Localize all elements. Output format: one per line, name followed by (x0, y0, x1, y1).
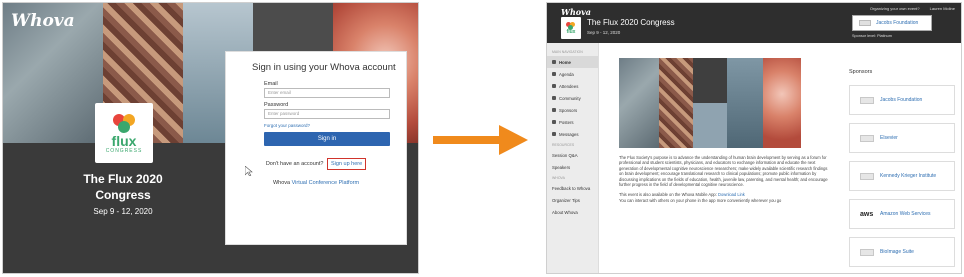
aws-logo-icon: aws (860, 210, 874, 218)
home-icon (552, 60, 556, 64)
login-title: Sign in using your Whova account (252, 62, 396, 73)
sidebar-item-feedback[interactable]: Feedback to Whova (547, 182, 598, 194)
side-navigation: MAIN NAVIGATION Home Agenda Attendees Co… (547, 43, 599, 273)
sponsor-icon (552, 108, 556, 112)
banner-photo (763, 58, 801, 148)
flux-congress-logo: flux CONGRESS (95, 103, 153, 163)
sponsor-name: Jacobs Foundation (880, 97, 923, 103)
user-menu[interactable]: Lauren Moline (930, 6, 955, 11)
event-title: The Flux 2020 Congress (83, 172, 163, 202)
login-page-screenshot: Whova flux CONGRESS The Flux 2020 Congre… (2, 2, 419, 274)
banner-photo (693, 58, 727, 148)
sidebar-item-label: Messages (559, 131, 579, 137)
sponsor-name: Amazon Web Services (880, 211, 931, 217)
top-sponsor-name: Jacobs Foundation (876, 20, 919, 26)
calendar-icon (552, 72, 556, 76)
flux-logo-word: flux (111, 133, 137, 149)
flux-congress-logo: flux (561, 17, 581, 39)
sidebar-item-speakers[interactable]: Speakers (547, 161, 598, 173)
organize-event-link[interactable]: Organizing your own event? (870, 6, 920, 11)
event-title: The Flux 2020 Congress (587, 18, 675, 27)
bioimage-logo-icon (860, 248, 874, 256)
sidebar-item-session-qa[interactable]: Session Q&A (547, 149, 598, 161)
platform-line: Whova Virtual Conference Platform (238, 180, 394, 186)
email-label: Email (264, 81, 278, 87)
sidebar-item-label: Attendees (559, 83, 579, 89)
sidebar-item-label: Posters (559, 119, 574, 125)
transition-arrow-icon (433, 125, 528, 155)
password-label: Password (264, 102, 289, 108)
flux-mark-icon (566, 21, 576, 30)
sidebar-item-label: Agenda (559, 71, 574, 77)
banner-photo (659, 58, 693, 148)
app-line-prefix: This event is also available on the Whov… (619, 192, 717, 198)
sponsor-card-jacobs[interactable]: Jacobs Foundation (849, 85, 955, 115)
top-sponsor-card[interactable]: Jacobs Foundation (852, 15, 932, 31)
event-banner (619, 58, 801, 148)
platform-link[interactable]: Virtual Conference Platform (292, 180, 359, 186)
sidebar-item-attendees[interactable]: Attendees (547, 80, 598, 92)
sidebar-item-messages[interactable]: Messages (547, 128, 598, 140)
jacobs-logo-icon (860, 96, 874, 104)
platform-prefix: Whova (272, 180, 291, 186)
nav-section-main: MAIN NAVIGATION (552, 50, 583, 54)
jacobs-logo-icon (859, 20, 871, 26)
poster-icon (552, 120, 556, 124)
nav-section-resources: RESOURCES (552, 143, 575, 147)
login-card: Sign in using your Whova account Email E… (225, 51, 407, 245)
no-account-text: Don't have an account? (265, 161, 324, 167)
sidebar-item-label: Sponsors (559, 107, 578, 113)
elsevier-logo-icon (860, 134, 874, 142)
sidebar-item-about-whova[interactable]: About Whova (547, 206, 598, 218)
description-paragraph: The Flux Society's purpose is to advance… (619, 155, 828, 188)
sponsor-level: Sponsor level: Platinum (852, 34, 892, 38)
comparison-figure: Whova flux CONGRESS The Flux 2020 Congre… (0, 0, 964, 277)
sidebar-item-community[interactable]: Community (547, 92, 598, 104)
flux-mark-icon (111, 112, 137, 134)
event-description: The Flux Society's purpose is to advance… (619, 155, 829, 203)
sidebar-item-organizer-tips[interactable]: Organizer Tips (547, 194, 598, 206)
flux-logo-sub: CONGRESS (105, 148, 143, 154)
whova-logo: Whova (561, 7, 591, 17)
sponsor-name: Kennedy Krieger Institute (880, 173, 937, 179)
main-content: The Flux Society's purpose is to advance… (599, 43, 961, 273)
nav-section-whova: WHOVA (552, 176, 565, 180)
sign-up-link[interactable]: Sign up here (326, 158, 367, 170)
banner-photo (619, 58, 659, 148)
password-field[interactable]: Enter password (264, 109, 390, 119)
signup-prompt: Don't have an account? Sign up here (238, 158, 394, 170)
sidebar-item-label: Community (559, 95, 581, 101)
sidebar-item-label: Home (559, 59, 571, 65)
sponsor-card-aws[interactable]: aws Amazon Web Services (849, 199, 955, 229)
top-links: Organizing your own event? Lauren Moline (870, 6, 955, 11)
sponsor-card-kki[interactable]: Kennedy Krieger Institute (849, 161, 955, 191)
sponsor-name: BioImage Suite (880, 249, 914, 255)
sidebar-item-sponsors[interactable]: Sponsors (547, 104, 598, 116)
sponsors-title: Sponsors (849, 69, 873, 75)
sidebar-item-home[interactable]: Home (547, 56, 598, 68)
sponsor-card-bioimage[interactable]: BioImage Suite (849, 237, 955, 267)
sign-in-button[interactable]: Sign in (264, 132, 390, 146)
people-icon (552, 84, 556, 88)
chat-icon (552, 96, 556, 100)
email-field[interactable]: Enter email (264, 88, 390, 98)
event-page-screenshot: Whova Organizing your own event? Lauren … (546, 2, 962, 274)
mouse-cursor-icon (245, 166, 253, 176)
event-dates: Sep 9 - 12, 2020 (587, 30, 621, 35)
interact-line: You can interact with others on your pho… (619, 197, 782, 203)
sidebar-item-posters[interactable]: Posters (547, 116, 598, 128)
event-header: Whova Organizing your own event? Lauren … (547, 3, 961, 43)
download-link[interactable]: Download Link (718, 192, 745, 197)
whova-logo: Whova (11, 11, 75, 31)
banner-photo (727, 58, 763, 148)
event-dates: Sep 9 - 12, 2020 (93, 207, 153, 216)
sponsor-card-elsevier[interactable]: Elsevier (849, 123, 955, 153)
message-icon (552, 132, 556, 136)
flux-logo-word: flux (566, 28, 576, 35)
kki-logo-icon (860, 172, 874, 180)
sidebar-item-agenda[interactable]: Agenda (547, 68, 598, 80)
forgot-password-link[interactable]: Forgot your password? (264, 123, 394, 128)
sponsor-name: Elsevier (880, 135, 898, 141)
